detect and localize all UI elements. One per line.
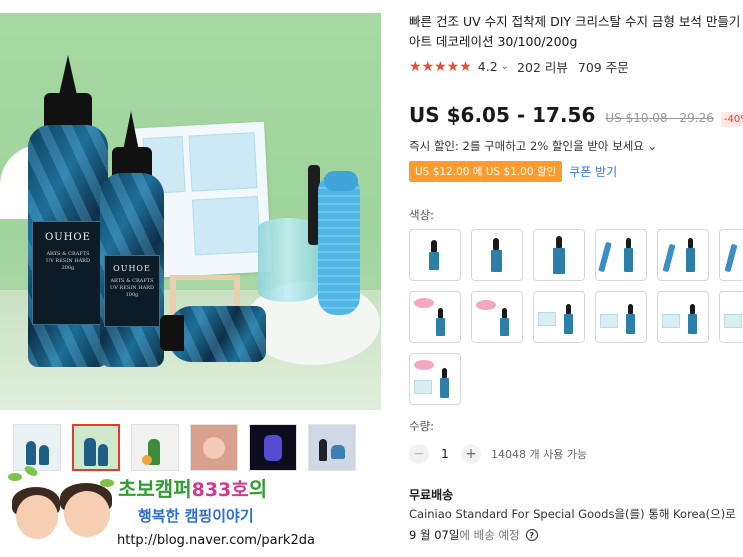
stock-available: 14048 개 사용 가능	[491, 448, 588, 461]
thumbnail-3[interactable]	[131, 424, 179, 471]
color-option-1[interactable]	[409, 229, 461, 281]
main-product-image[interactable]: OUHOE ARTS & CRAFTS UV RESIN HARD 200g O…	[0, 13, 381, 410]
delivery-note: 에 배송 예정	[459, 528, 520, 542]
color-option-4[interactable]	[595, 229, 647, 281]
shipping-method: Cainiao Standard For Special Goods을(를) 통…	[409, 507, 736, 521]
bottle-tip-medium	[123, 111, 139, 151]
color-option-3[interactable]	[533, 229, 585, 281]
color-option-5[interactable]	[657, 229, 709, 281]
quantity-stepper: − 1 + 14048 개 사용 가능	[409, 444, 587, 464]
coupon-tag: US $12.00 에 US $1.00 할인	[409, 161, 563, 182]
shipping-title: 무료배송	[409, 488, 454, 502]
bottle-cap-large	[44, 93, 92, 129]
get-coupon-link[interactable]: 쿠폰 받기	[569, 163, 617, 180]
price-row: US $6.05 - 17.56 US $10.08 - 29.26 -40%	[409, 103, 743, 127]
star-rating-icon: ★★★★★	[409, 58, 472, 75]
color-label: 색상:	[409, 208, 435, 222]
brand-text: OUHOE	[113, 264, 151, 273]
rating-row: ★★★★★ 4.2 ⌄ 202 리뷰 709 주문	[409, 57, 629, 76]
rating-value[interactable]: 4.2	[478, 59, 498, 74]
uv-flashlight	[318, 173, 360, 315]
thumbnail-5[interactable]	[249, 424, 297, 471]
discount-badge: -40%	[720, 112, 743, 127]
color-option-10[interactable]	[595, 291, 647, 343]
quantity-input[interactable]: 1	[429, 447, 461, 461]
chevron-down-icon[interactable]: ⌄	[501, 61, 509, 72]
delivery-date: 9 월 07일	[409, 528, 460, 542]
kid-face-1	[16, 495, 58, 539]
bottle-cap-small	[160, 315, 184, 351]
instant-discount[interactable]: 즉시 할인: 2를 구매하고 2% 할인을 받아 보세요 ⌄	[409, 138, 657, 154]
thumbnail-4[interactable]	[190, 424, 238, 471]
coupon-row: US $12.00 에 US $1.00 할인 쿠폰 받기	[409, 161, 617, 182]
quantity-label: 수량:	[409, 419, 435, 433]
uv-flashlight-head	[324, 171, 358, 191]
blog-watermark: 초보캠퍼833호의 행복한 캠핑이야기 http://blog.naver.co…	[0, 464, 381, 557]
color-option-13[interactable]	[409, 353, 461, 405]
thumbnail-6[interactable]	[308, 424, 356, 471]
shipping-eta: 9 월 07일 에 배송 예정 ?	[409, 527, 538, 543]
label-subtext: ARTS & CRAFTS UV RESIN HARD 200g	[46, 251, 90, 271]
original-price: US $10.08 - 29.26	[605, 111, 714, 125]
bottle-label-large: OUHOE ARTS & CRAFTS UV RESIN HARD 200g	[32, 221, 104, 325]
brand-text: OUHOE	[45, 232, 91, 243]
color-option-9[interactable]	[533, 291, 585, 343]
quantity-minus-button[interactable]: −	[409, 444, 429, 464]
watermark-title: 초보캠퍼833호의	[118, 477, 268, 501]
color-option-12[interactable]	[719, 291, 743, 343]
review-count[interactable]: 202 리뷰	[517, 57, 568, 76]
watermark-url: http://blog.naver.com/park2da	[117, 533, 315, 548]
color-option-6[interactable]	[719, 229, 743, 281]
quantity-plus-button[interactable]: +	[461, 444, 481, 464]
label-subtext: ARTS & CRAFTS UV RESIN HARD 100g	[110, 278, 154, 298]
product-title: 빠른 건조 UV 수지 접착제 DIY 크리스탈 수지 금형 보석 만들기 아트…	[409, 14, 741, 49]
watermark-subtitle: 행복한 캠핑이야기	[138, 507, 254, 525]
bottle-tip-large	[59, 55, 77, 95]
help-icon[interactable]: ?	[525, 529, 538, 541]
current-price: US $6.05 - 17.56	[409, 103, 596, 127]
order-count: 709 주문	[577, 60, 629, 75]
bottle-label-medium: OUHOE ARTS & CRAFTS UV RESIN HARD 100g	[104, 255, 160, 327]
bottle-medium: OUHOE ARTS & CRAFTS UV RESIN HARD 100g	[100, 173, 164, 367]
thumbnail-1[interactable]	[13, 424, 61, 471]
color-option-2[interactable]	[471, 229, 523, 281]
thumbnail-2[interactable]	[72, 424, 120, 471]
color-option-11[interactable]	[657, 291, 709, 343]
color-option-8[interactable]	[471, 291, 523, 343]
kid-face-2	[64, 491, 110, 537]
color-option-7[interactable]	[409, 291, 461, 343]
bottle-large: OUHOE ARTS & CRAFTS UV RESIN HARD 200g	[28, 125, 108, 367]
